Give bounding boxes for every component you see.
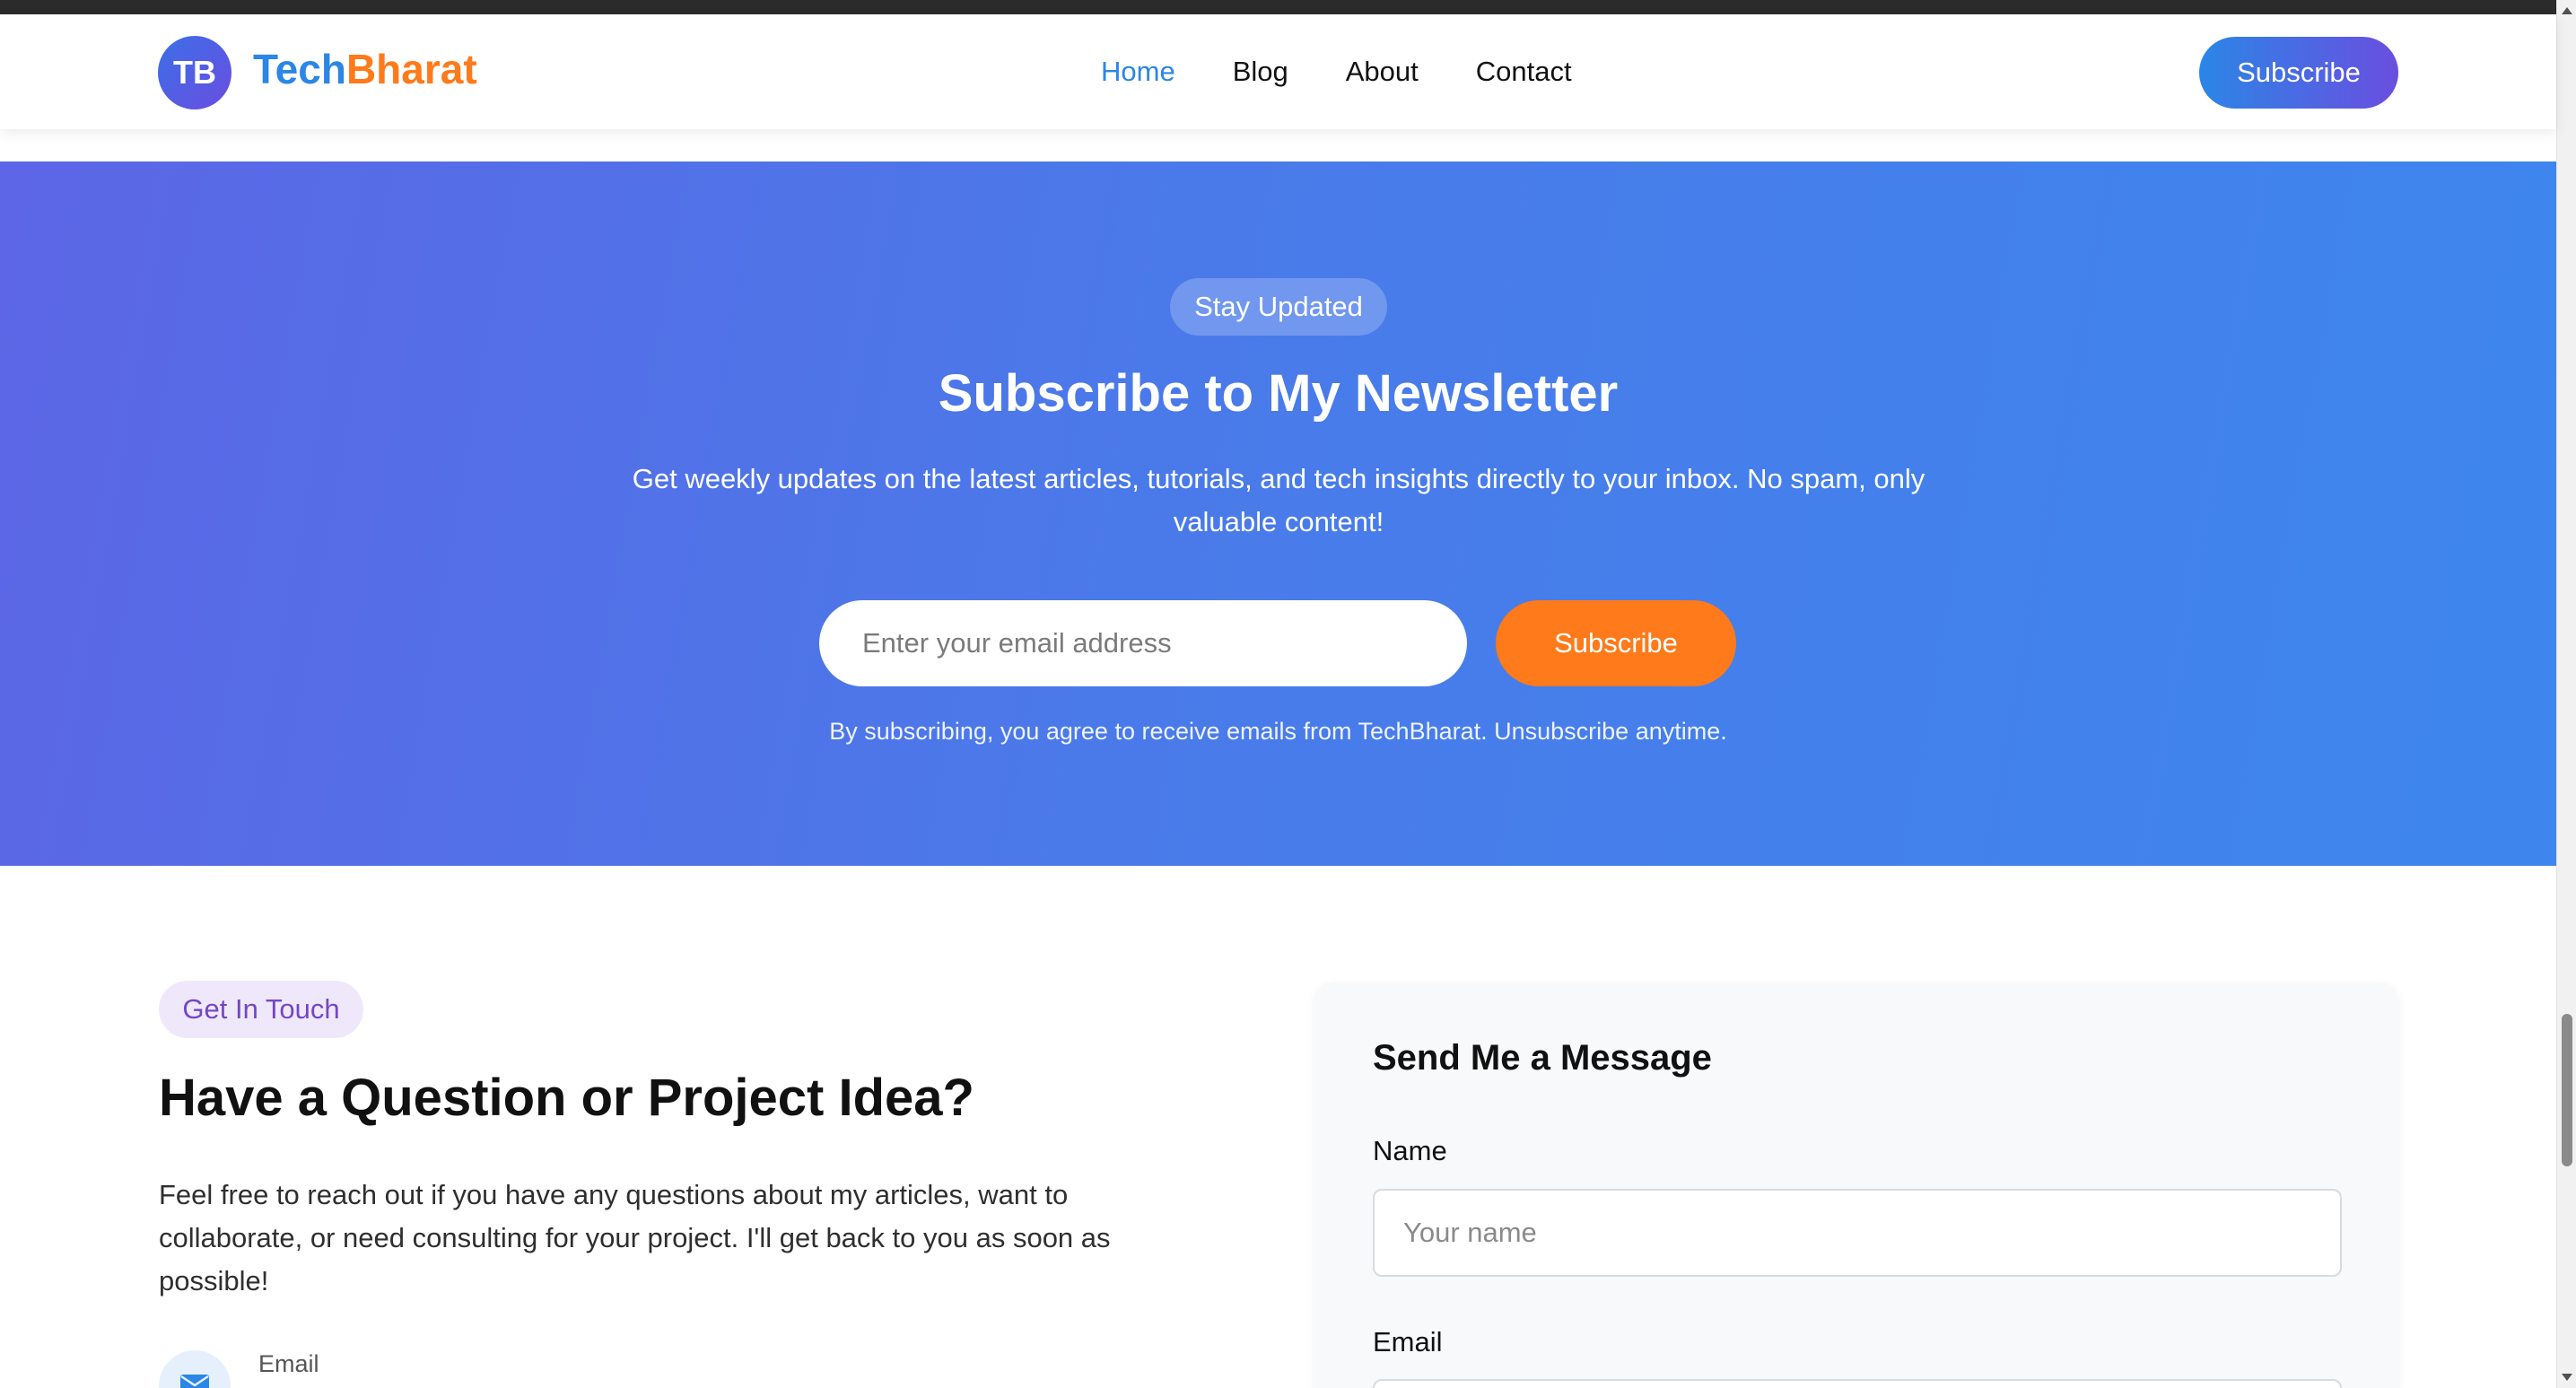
contact-title: Have a Question or Project Idea? (159, 1069, 974, 1127)
window-top-strip (0, 0, 2576, 14)
newsletter-subscribe-button[interactable]: Subscribe (1496, 600, 1736, 686)
scroll-down-arrow-icon[interactable] (2562, 1374, 2572, 1381)
contact-description: Feel free to reach out if you have any q… (159, 1179, 1111, 1296)
email-field[interactable] (1373, 1379, 2342, 1388)
scroll-up-arrow-icon[interactable] (2562, 7, 2572, 14)
nav-contact[interactable]: Contact (1476, 56, 1572, 88)
newsletter-title: Subscribe to My Newsletter (938, 364, 1619, 423)
nav-blog[interactable]: Blog (1233, 56, 1288, 88)
envelope-icon (180, 1375, 209, 1388)
newsletter-section: Stay Updated Subscribe to My Newsletter … (0, 161, 2556, 866)
main-nav: Home Blog About Contact (1101, 56, 1629, 88)
contact-email-label: Email (258, 1350, 319, 1377)
name-placeholder: Your name (1403, 1217, 1537, 1248)
name-input[interactable]: Your name (1373, 1189, 2342, 1277)
stay-updated-badge: Stay Updated (1170, 278, 1387, 336)
message-form-card: Send Me a Message Name Your name Email (1314, 982, 2399, 1388)
nav-home[interactable]: Home (1101, 56, 1175, 88)
newsletter-disclaimer: By subscribing, you agree to receive ema… (829, 718, 1727, 745)
header-subscribe-button[interactable]: Subscribe (2199, 37, 2398, 109)
site-header: TB TechBharat Home Blog About Contact Su… (0, 14, 2556, 129)
get-in-touch-badge: Get In Touch (159, 981, 363, 1038)
logo-text-tech: Tech (253, 46, 346, 92)
newsletter-email-placeholder: Enter your email address (862, 627, 1172, 659)
logo-text[interactable]: TechBharat (253, 45, 477, 93)
nav-about[interactable]: About (1346, 56, 1419, 88)
logo-text-bharat: Bharat (345, 46, 477, 92)
newsletter-description: Get weekly updates on the latest article… (632, 463, 1925, 537)
logo-badge[interactable]: TB (158, 36, 231, 109)
scrollbar-thumb[interactable] (2562, 1014, 2572, 1166)
email-icon-circle (159, 1350, 231, 1388)
page-scrollbar[interactable] (2556, 0, 2576, 1388)
form-title: Send Me a Message (1373, 1038, 1712, 1078)
newsletter-email-input[interactable]: Enter your email address (819, 600, 1467, 686)
email-field-label: Email (1373, 1326, 1443, 1357)
name-label: Name (1373, 1135, 1447, 1166)
